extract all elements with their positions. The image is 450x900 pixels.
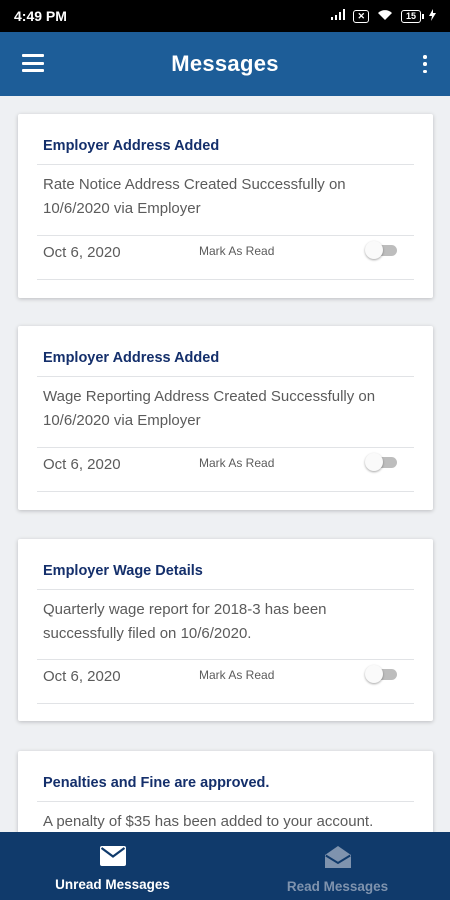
- messages-list[interactable]: Employer Address Added Rate Notice Addre…: [0, 96, 450, 832]
- tab-read-messages[interactable]: Read Messages: [225, 832, 450, 900]
- tab-unread-messages[interactable]: Unread Messages: [0, 832, 225, 900]
- charging-icon: [429, 8, 436, 24]
- divider: [37, 447, 414, 448]
- battery-icon: 15: [400, 9, 425, 23]
- toggle-thumb: [365, 241, 383, 259]
- divider: [37, 801, 414, 802]
- message-body: Quarterly wage report for 2018-3 has bee…: [43, 601, 327, 642]
- message-body: Wage Reporting Address Created Successfu…: [43, 388, 376, 429]
- message-date: Oct 6, 2020: [43, 456, 121, 473]
- divider: [37, 659, 414, 660]
- mark-as-read-toggle[interactable]: [365, 240, 399, 260]
- menu-icon-line: [22, 61, 44, 65]
- toggle-thumb: [365, 665, 383, 683]
- app-bar: Messages: [0, 32, 450, 96]
- status-time: 4:49 PM: [14, 8, 67, 24]
- message-title: Employer Address Added: [43, 138, 220, 154]
- divider: [37, 164, 414, 165]
- divider: [37, 279, 414, 280]
- toggle-thumb: [365, 453, 383, 471]
- message-body: A penalty of $35 has been added to your …: [43, 813, 374, 830]
- more-dot-icon: [423, 55, 427, 59]
- more-options-button[interactable]: [422, 55, 428, 73]
- message-card[interactable]: Employer Address Added Rate Notice Addre…: [18, 114, 433, 298]
- menu-icon-line: [22, 54, 44, 57]
- message-card[interactable]: Employer Address Added Wage Reporting Ad…: [18, 326, 433, 510]
- status-icons: ✕ 15: [331, 8, 436, 24]
- message-title: Employer Address Added: [43, 350, 220, 366]
- more-dot-icon: [423, 62, 427, 66]
- mark-as-read-label: Mark As Read: [199, 244, 275, 258]
- mark-as-read-label: Mark As Read: [199, 456, 275, 470]
- menu-button[interactable]: [22, 54, 44, 72]
- divider: [37, 376, 414, 377]
- mark-as-read-toggle[interactable]: [365, 664, 399, 684]
- message-title: Employer Wage Details: [43, 563, 203, 579]
- divider: [37, 235, 414, 236]
- wifi-icon: [377, 9, 393, 24]
- menu-icon-line: [22, 69, 44, 72]
- divider: [37, 491, 414, 492]
- message-date: Oct 6, 2020: [43, 244, 121, 261]
- tab-label: Unread Messages: [55, 877, 170, 892]
- message-title: Penalties and Fine are approved.: [43, 775, 270, 791]
- bottom-nav: Unread Messages Read Messages: [0, 832, 450, 900]
- divider: [37, 589, 414, 590]
- status-bar: 4:49 PM ✕ 15: [0, 0, 450, 32]
- open-envelope-icon: [324, 846, 351, 873]
- signal-icon: [331, 9, 346, 23]
- message-card[interactable]: Employer Wage Details Quarterly wage rep…: [18, 539, 433, 721]
- page-title: Messages: [171, 51, 279, 76]
- mark-as-read-label: Mark As Read: [199, 668, 275, 682]
- divider: [37, 703, 414, 704]
- message-card[interactable]: Penalties and Fine are approved. A penal…: [18, 751, 433, 832]
- mark-as-read-toggle[interactable]: [365, 452, 399, 472]
- more-dot-icon: [423, 69, 427, 73]
- message-body: Rate Notice Address Created Successfully…: [43, 176, 346, 217]
- sim-icon: ✕: [353, 9, 369, 23]
- tab-label: Read Messages: [286, 879, 389, 894]
- message-date: Oct 6, 2020: [43, 668, 121, 685]
- envelope-icon: [99, 846, 126, 871]
